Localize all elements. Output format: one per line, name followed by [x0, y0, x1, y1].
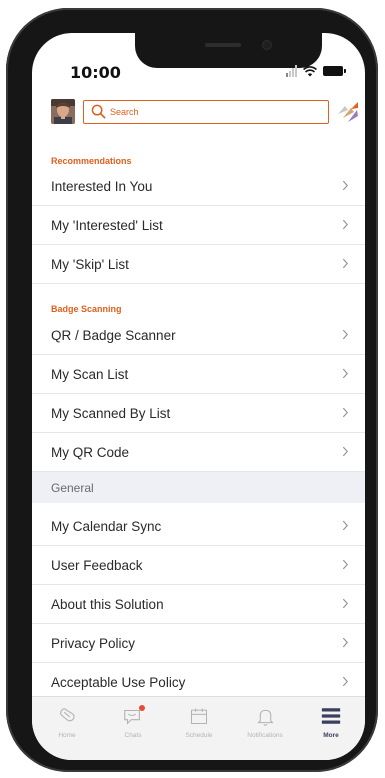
app-screen: 10:00 Search Recommendations Interested …	[32, 33, 365, 760]
tab-chats[interactable]: Chats	[102, 704, 164, 744]
avatar[interactable]	[51, 99, 75, 124]
menu-item-privacy-policy[interactable]: Privacy Policy	[32, 624, 365, 663]
section-label-general: General	[51, 481, 94, 495]
section-label-badge-scanning: Badge Scanning	[51, 304, 122, 314]
chevron-right-icon	[342, 329, 348, 340]
menu-item-my-scan-list[interactable]: My Scan List	[32, 355, 365, 394]
chevron-right-icon	[342, 598, 348, 609]
battery-icon	[323, 66, 346, 76]
bell-icon	[256, 709, 274, 726]
chevron-right-icon	[342, 180, 348, 191]
search-icon	[91, 104, 106, 119]
chevron-right-icon	[342, 520, 348, 531]
device-notch	[135, 33, 322, 68]
status-icons	[286, 65, 346, 77]
tab-label: Schedule	[185, 732, 213, 739]
menu-item-label: My Scan List	[51, 367, 129, 382]
menu-item-label: My 'Interested' List	[51, 218, 163, 233]
header-bar: Search	[51, 99, 363, 125]
menu-item-label: My 'Skip' List	[51, 257, 129, 272]
signal-icon	[286, 65, 297, 77]
tab-label: More	[323, 732, 339, 739]
tab-home[interactable]: Home	[36, 704, 98, 744]
menu-item-my-calendar-sync[interactable]: My Calendar Sync	[32, 507, 365, 546]
tab-more[interactable]: More	[300, 704, 362, 744]
menu-item-label: My Scanned By List	[51, 406, 171, 421]
chevron-right-icon	[342, 368, 348, 379]
tab-schedule[interactable]: Schedule	[168, 704, 230, 744]
search-placeholder: Search	[110, 107, 139, 117]
chevron-right-icon	[342, 407, 348, 418]
menu-icon	[321, 708, 341, 724]
tab-notifications[interactable]: Notifications	[234, 704, 296, 744]
speaker-grille	[205, 43, 241, 47]
menu-item-label: My Calendar Sync	[51, 519, 162, 534]
bottom-tab-bar: Home Chats Schedule Notifications More	[32, 696, 365, 760]
menu-item-my-interested-list[interactable]: My 'Interested' List	[32, 206, 365, 245]
menu-item-label: Interested In You	[51, 179, 153, 194]
menu-item-label: QR / Badge Scanner	[51, 328, 176, 343]
menu-item-label: About this Solution	[51, 597, 164, 612]
menu-item-label: Privacy Policy	[51, 636, 136, 651]
chevron-right-icon	[342, 637, 348, 648]
section-header-general: General	[32, 472, 365, 503]
menu-item-label: User Feedback	[51, 558, 143, 573]
section-label-recommendations: Recommendations	[51, 156, 132, 166]
menu-item-user-feedback[interactable]: User Feedback	[32, 546, 365, 585]
menu-item-interested-in-you[interactable]: Interested In You	[32, 167, 365, 206]
calendar-icon	[191, 708, 207, 724]
chat-badge	[139, 705, 145, 711]
phone-frame: 10:00 Search Recommendations Interested …	[6, 8, 378, 772]
tab-label: Chats	[124, 732, 142, 739]
menu-item-about-this-solution[interactable]: About this Solution	[32, 585, 365, 624]
menu-item-my-scanned-by-list[interactable]: My Scanned By List	[32, 394, 365, 433]
menu-item-label: Acceptable Use Policy	[51, 675, 186, 690]
status-time: 10:00	[70, 63, 121, 82]
tab-label: Home	[58, 732, 76, 739]
chevron-right-icon	[342, 446, 348, 457]
chevron-right-icon	[342, 676, 348, 687]
front-camera	[262, 40, 272, 50]
menu-item-label: My QR Code	[51, 445, 130, 460]
wifi-icon	[303, 65, 317, 76]
chevron-right-icon	[342, 258, 348, 269]
home-icon	[60, 708, 75, 722]
chevron-right-icon	[342, 559, 348, 570]
menu-item-qr-badge-scanner[interactable]: QR / Badge Scanner	[32, 316, 365, 355]
chevron-right-icon	[342, 219, 348, 230]
brand-logo-icon[interactable]	[336, 100, 360, 124]
tab-label: Notifications	[247, 732, 283, 739]
menu-item-my-skip-list[interactable]: My 'Skip' List	[32, 245, 365, 284]
search-input[interactable]: Search	[83, 100, 329, 124]
menu-item-my-qr-code[interactable]: My QR Code	[32, 433, 365, 472]
